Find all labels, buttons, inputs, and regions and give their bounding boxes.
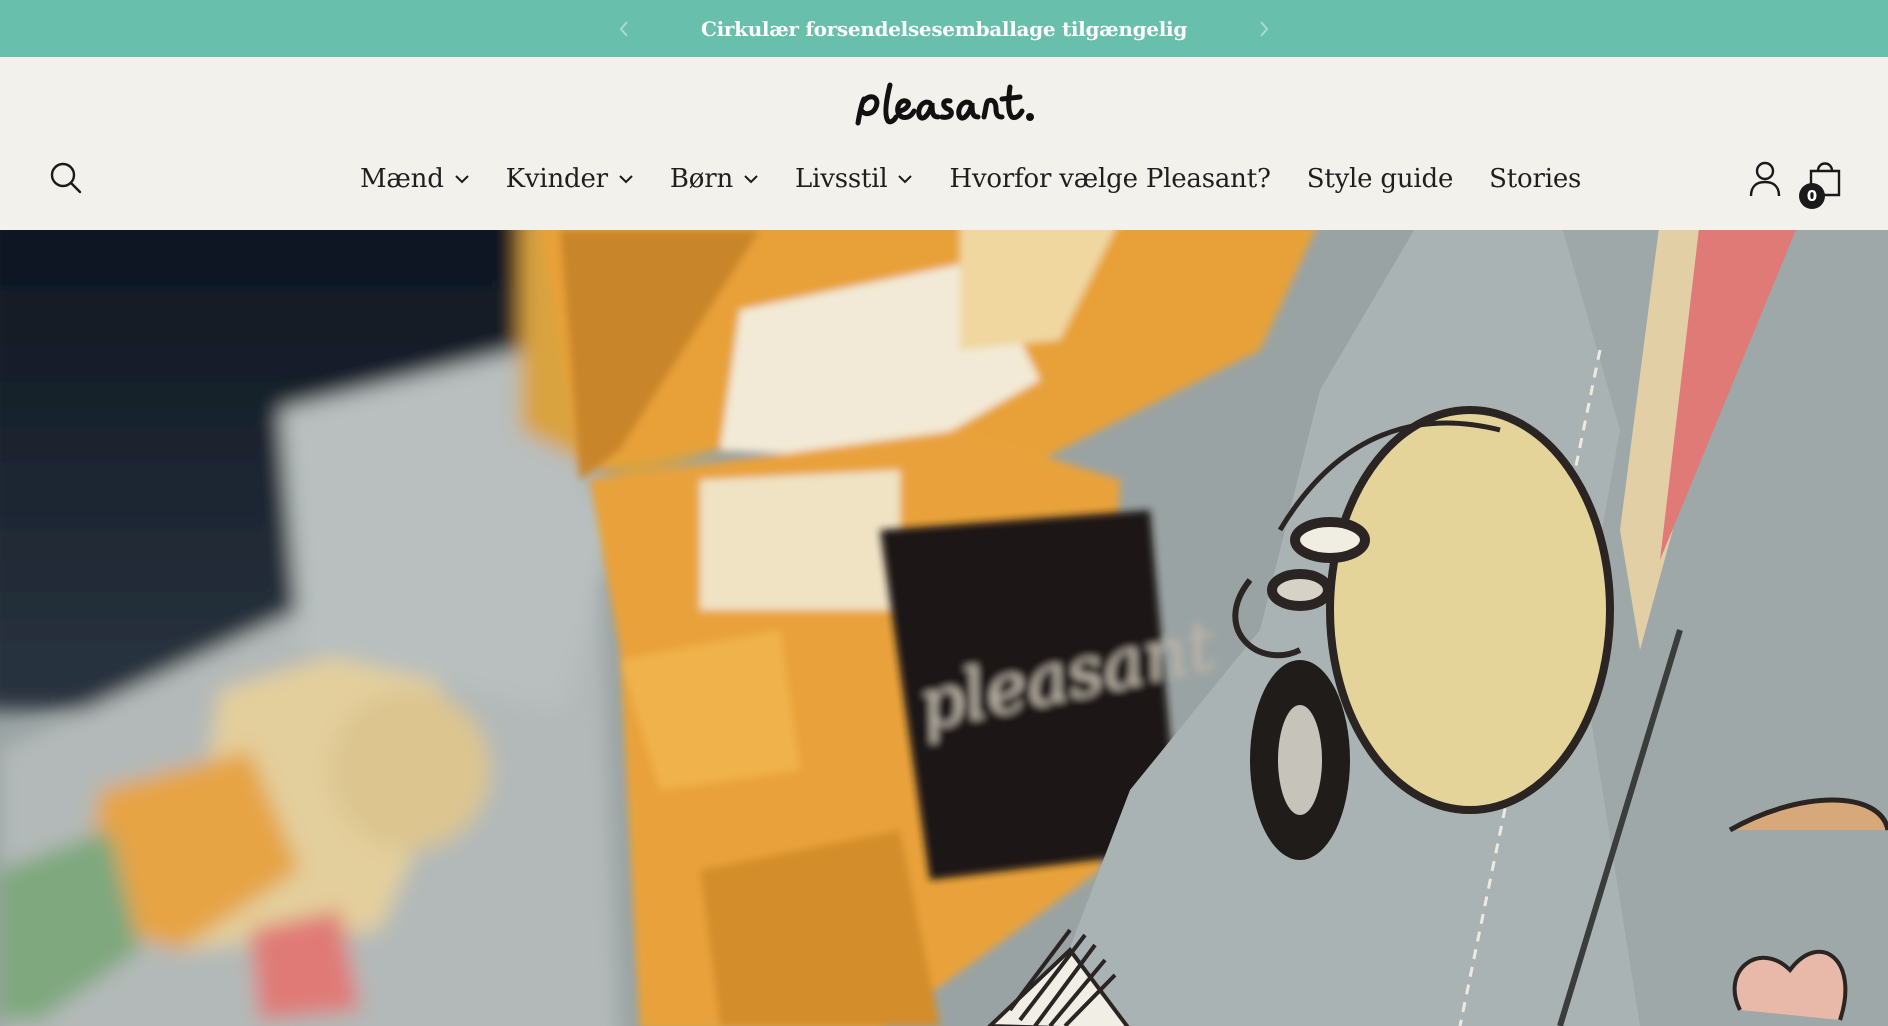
nav-item-kvinder[interactable]: Kvinder: [506, 164, 634, 194]
nav-item-born[interactable]: Børn: [670, 164, 759, 194]
chevron-down-icon: [618, 173, 634, 185]
pleasant-logo: [855, 82, 1034, 126]
chevron-down-icon: [454, 173, 470, 185]
nav-item-label: Stories: [1489, 164, 1582, 194]
nav-item-maend[interactable]: Mænd: [360, 164, 470, 194]
chevron-down-icon: [743, 173, 759, 185]
account-button[interactable]: [1745, 159, 1785, 199]
site-header: Mænd Kvinder Børn Livsstil Hvorfor vælge…: [0, 57, 1888, 230]
nav-item-style-guide[interactable]: Style guide: [1306, 164, 1454, 194]
logo-link[interactable]: [850, 71, 1040, 141]
announcement-prev-button[interactable]: [604, 9, 644, 49]
chevron-down-icon: [897, 173, 913, 185]
cart-count-badge: 0: [1799, 183, 1825, 209]
main-nav: Mænd Kvinder Børn Livsstil Hvorfor vælge…: [360, 157, 1581, 201]
nav-item-hvorfor[interactable]: Hvorfor vælge Pleasant?: [949, 164, 1270, 194]
search-button[interactable]: [46, 158, 86, 198]
nav-item-label: Hvorfor vælge Pleasant?: [949, 164, 1271, 194]
user-icon: [1749, 161, 1781, 197]
search-icon: [50, 162, 82, 194]
announcement-bar: Cirkulær forsendelsesemballage tilgængel…: [0, 0, 1888, 57]
nav-item-label: Kvinder: [505, 164, 608, 194]
nav-item-livsstil[interactable]: Livsstil: [795, 164, 913, 194]
nav-item-label: Børn: [669, 164, 734, 194]
nav-item-label: Style guide: [1306, 164, 1454, 194]
hero-image: pleasant: [0, 230, 1888, 1026]
nav-item-stories[interactable]: Stories: [1489, 164, 1581, 194]
chevron-right-icon: [1260, 20, 1269, 37]
nav-item-label: Mænd: [360, 164, 444, 194]
announcement-text[interactable]: Cirkulær forsendelsesemballage tilgængel…: [684, 17, 1204, 41]
nav-item-label: Livsstil: [795, 164, 888, 194]
hero-shirt-print-illustration: pleasant: [0, 230, 1888, 1026]
announcement-next-button[interactable]: [1244, 9, 1284, 49]
chevron-left-icon: [619, 20, 628, 37]
